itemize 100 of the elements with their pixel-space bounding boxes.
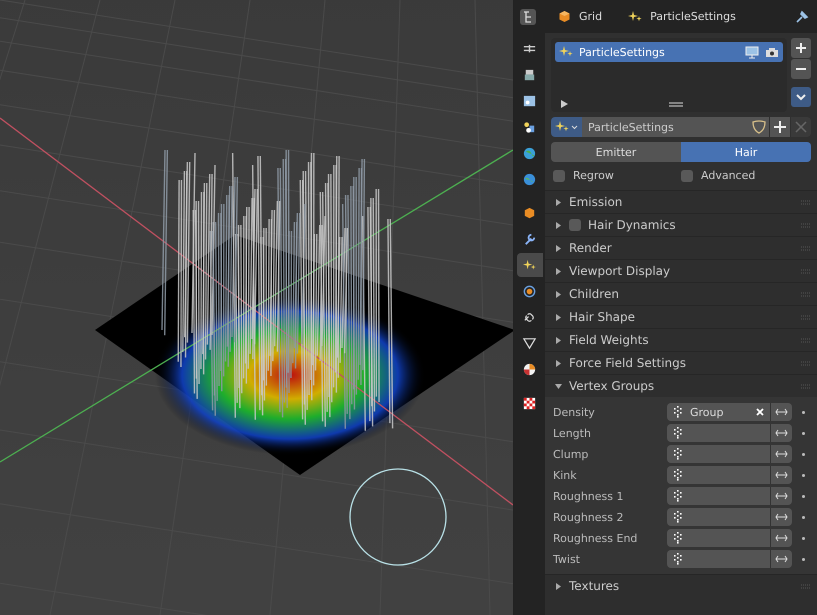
breadcrumb-item: ParticleSettings	[650, 10, 736, 23]
panel-title: Field Weights	[569, 333, 649, 347]
checkbox[interactable]	[681, 170, 693, 182]
settings-field[interactable]: ParticleSettings	[551, 117, 811, 137]
invert-toggle-button[interactable]	[770, 550, 792, 568]
clear-icon[interactable]	[756, 408, 764, 416]
type-toggle-button[interactable]: Hair	[681, 142, 811, 162]
field-label: Kink	[553, 468, 578, 482]
view-layer-tab-icon	[522, 120, 537, 134]
drag-grip-icon	[801, 200, 811, 204]
invert-toggle-button[interactable]	[770, 529, 792, 547]
animate-dot-icon[interactable]	[802, 410, 805, 414]
particles-tab-icon	[522, 258, 537, 272]
animate-dot-icon[interactable]	[802, 474, 805, 476]
swap-icon	[775, 534, 788, 542]
scene-tab-icon	[522, 146, 537, 160]
drag-grip-icon	[801, 384, 811, 388]
collapsed-arrow-icon	[555, 268, 562, 275]
vertex-group-icon	[673, 469, 682, 481]
animate-dot-icon[interactable]	[802, 558, 805, 560]
vertex-group-field[interactable]	[667, 466, 770, 484]
panel-title: Render	[569, 241, 612, 255]
collapsed-arrow-icon	[555, 583, 562, 590]
animate-dot-icon[interactable]	[802, 452, 805, 456]
field-label: Roughness 2	[553, 510, 625, 524]
field-label: Length	[553, 426, 592, 440]
vertex-group-icon	[673, 490, 682, 502]
plus-icon	[796, 43, 806, 53]
list-item-name: ParticleSettings	[579, 46, 665, 58]
outliner-icon[interactable]	[520, 8, 536, 24]
field-label: Density	[553, 406, 596, 418]
invert-toggle-button[interactable]	[770, 424, 792, 442]
animate-dot-icon[interactable]	[802, 432, 805, 434]
checkbox-label: Advanced	[701, 169, 756, 182]
collapsed-arrow-icon	[555, 314, 562, 321]
shield-icon[interactable]	[749, 117, 769, 137]
invert-toggle-button[interactable]	[770, 466, 792, 484]
panel-title: Vertex Groups	[569, 379, 654, 393]
vertex-group-field[interactable]	[667, 529, 770, 547]
panel-title: Children	[569, 287, 619, 301]
collapsed-arrow-icon	[555, 337, 562, 344]
monitor-icon[interactable]	[745, 46, 759, 58]
vertex-group-field[interactable]	[667, 550, 770, 568]
panel-title: Force Field Settings	[569, 356, 686, 370]
sparkle-icon	[628, 10, 642, 24]
checkbox[interactable]	[569, 219, 581, 231]
vertex-group-field[interactable]	[667, 487, 770, 505]
vertex-group-icon	[673, 511, 682, 523]
type-toggle-button[interactable]: Emitter	[551, 142, 681, 162]
play-icon[interactable]	[561, 100, 569, 108]
invert-toggle-button[interactable]	[770, 487, 792, 505]
remove-button[interactable]	[791, 59, 811, 79]
texture-tab-icon	[522, 396, 537, 410]
drag-grip-icon	[801, 314, 811, 320]
field-label: Roughness 1	[553, 490, 625, 502]
swap-icon	[775, 429, 788, 437]
vertex-group-icon	[673, 532, 682, 544]
vertex-group-icon	[673, 427, 682, 439]
list-item[interactable]: ParticleSettings	[555, 42, 783, 62]
animate-dot-icon[interactable]	[802, 516, 805, 518]
vertex-group-field[interactable]	[667, 424, 770, 442]
pin-icon[interactable]	[796, 10, 809, 23]
drag-grip-icon	[801, 222, 811, 228]
drag-grip-icon	[801, 246, 811, 250]
panel-title: Hair Shape	[569, 310, 636, 324]
swap-icon	[775, 492, 788, 500]
collapsed-arrow-icon	[555, 245, 562, 252]
drag-grip-icon	[801, 338, 811, 342]
invert-toggle-button[interactable]	[770, 403, 792, 421]
data-tab-icon	[522, 336, 537, 350]
resize-handle-icon[interactable]	[669, 102, 683, 106]
field-label: Clump	[553, 448, 590, 460]
vertex-group-field[interactable]	[667, 508, 770, 526]
collapsed-arrow-icon	[555, 291, 562, 298]
field-label: Twist	[553, 552, 581, 566]
render-tab-icon	[522, 68, 537, 82]
panel-title: Hair Dynamics	[588, 218, 676, 232]
properties-tab[interactable]	[516, 253, 542, 277]
checkbox[interactable]	[553, 170, 565, 182]
collapsed-arrow-icon	[555, 199, 562, 206]
vertex-group-field[interactable]	[667, 445, 770, 463]
chevron-down-icon	[796, 94, 806, 100]
invert-toggle-button[interactable]	[770, 445, 792, 463]
swap-icon	[775, 408, 788, 416]
menu-button[interactable]	[791, 87, 811, 107]
panel-title: Emission	[569, 195, 622, 209]
vertex-group-icon	[673, 448, 682, 460]
swap-icon	[775, 555, 788, 563]
expanded-arrow-icon	[555, 383, 562, 390]
plus-icon[interactable]	[770, 117, 790, 137]
add-button[interactable]	[791, 38, 811, 58]
panel-title: Viewport Display	[569, 264, 670, 278]
material-tab-icon	[522, 362, 537, 376]
physics-tab-icon	[522, 284, 537, 298]
collapsed-arrow-icon	[555, 222, 562, 229]
invert-toggle-button[interactable]	[770, 508, 792, 526]
camera-icon[interactable]	[765, 46, 779, 58]
vertex-group-field[interactable]: Group	[667, 403, 770, 421]
animate-dot-icon[interactable]	[802, 494, 805, 498]
animate-dot-icon[interactable]	[802, 536, 805, 540]
